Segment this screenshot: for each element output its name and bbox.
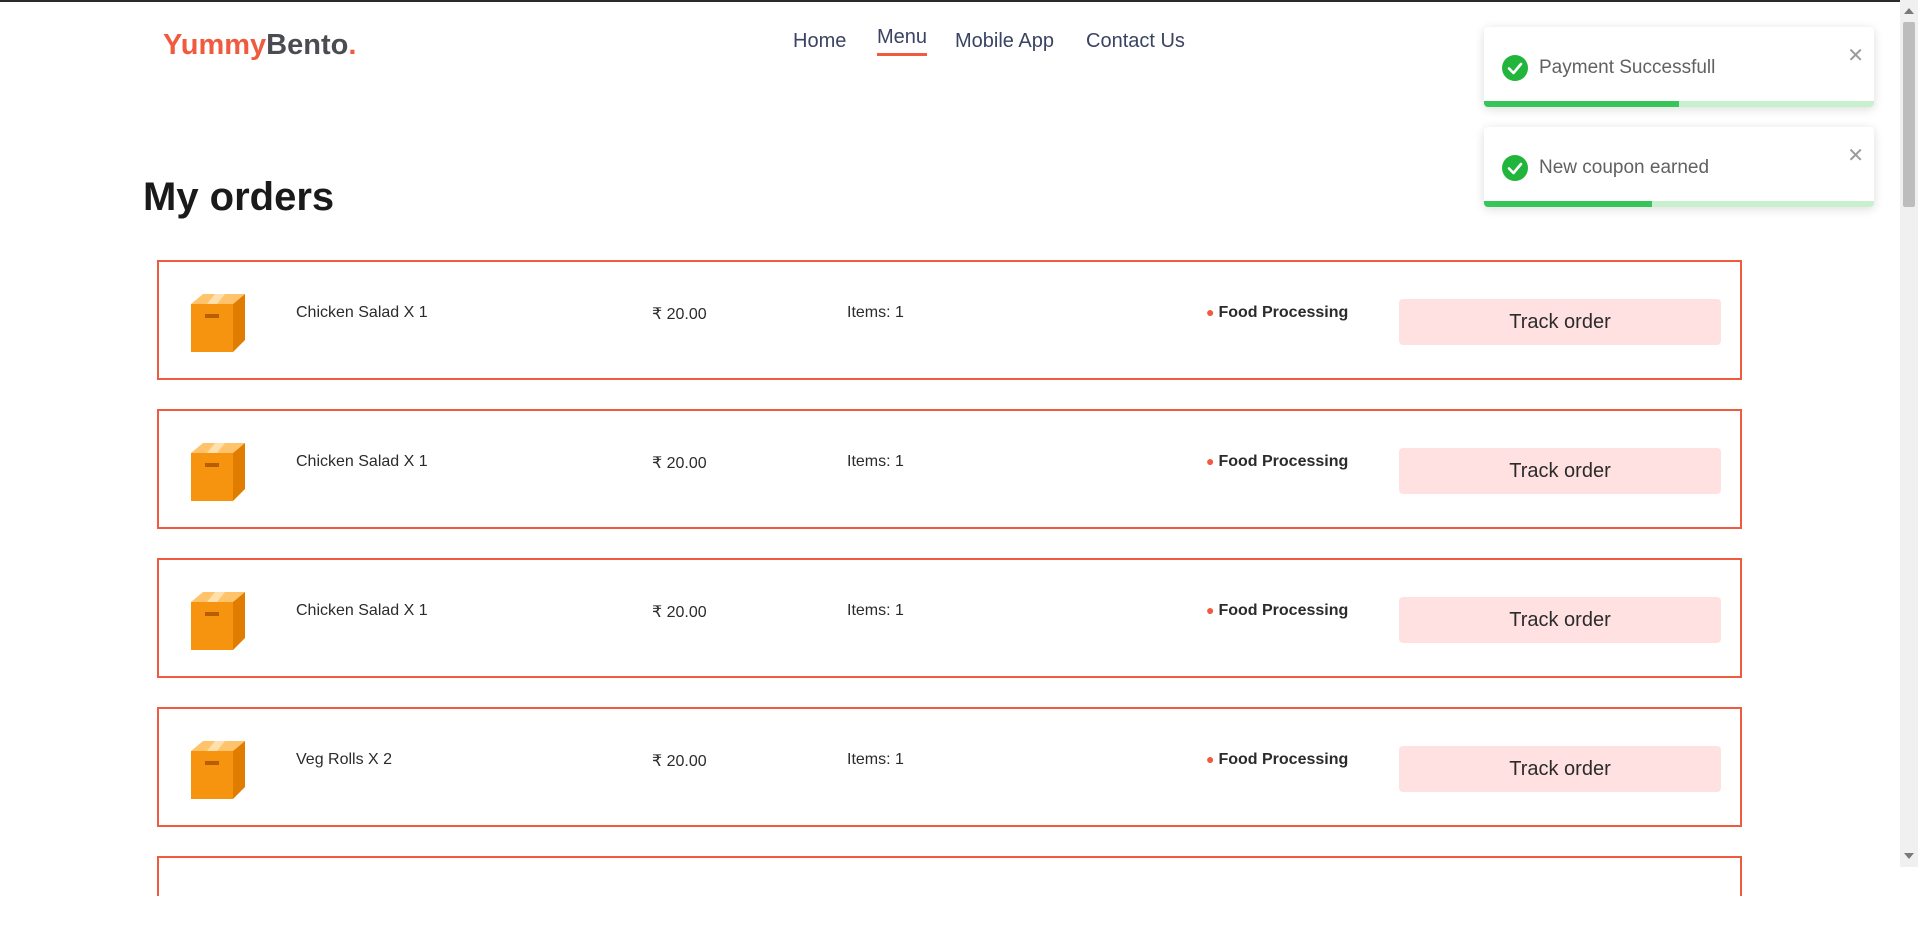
status-dot-icon: ● [1206,602,1215,618]
toast-progress-track [1484,201,1874,207]
order-price: ₹ 20.00 [652,306,707,323]
status-dot-icon: ● [1206,304,1215,320]
track-order-button[interactable]: Track order [1399,299,1721,345]
close-icon[interactable]: ✕ [1847,43,1864,68]
status-dot-icon: ● [1206,751,1215,767]
order-item-count: Items: 1 [847,751,904,768]
order-row: Chicken Salad X 1 ₹ 20.00 Items: 1 ● Food… [157,409,1742,529]
order-status-text: Food Processing [1218,304,1349,321]
order-price: ₹ 20.00 [652,604,707,621]
window-top-border [0,0,1918,2]
track-order-button[interactable]: Track order [1399,746,1721,792]
order-status-text: Food Processing [1218,602,1349,619]
scroll-up-arrow-icon[interactable] [1904,8,1914,14]
toast-progress-fill [1484,201,1652,207]
order-item-count: Items: 1 [847,602,904,619]
order-row: Chicken Salad X 1 ₹ 20.00 Items: 1 ● Food… [157,260,1742,380]
order-item-count: Items: 1 [847,453,904,470]
order-row-partial [157,856,1742,896]
nav-home[interactable]: Home [793,30,846,53]
nav-contact-us[interactable]: Contact Us [1086,30,1185,53]
toast-message: New coupon earned [1539,157,1710,178]
page-title: My orders [143,175,335,219]
toast-progress-fill [1484,101,1679,107]
order-item-count: Items: 1 [847,304,904,321]
order-item-name: Chicken Salad X 1 [296,602,428,619]
order-status-text: Food Processing [1218,751,1349,768]
toast-payment-successful: Payment Successfull ✕ [1484,27,1874,107]
toast-progress-track [1484,101,1874,107]
orders-list: Chicken Salad X 1 ₹ 20.00 Items: 1 ● Food… [157,260,1742,925]
order-status: ● Food Processing [1206,751,1348,769]
check-circle-icon [1502,55,1528,81]
order-price: ₹ 20.00 [652,753,707,770]
page-scrollbar[interactable] [1900,0,1918,867]
scrollbar-thumb[interactable] [1903,22,1915,207]
package-icon [191,741,245,799]
package-icon [191,294,245,352]
order-row: Veg Rolls X 2 ₹ 20.00 Items: 1 ● Food Pro… [157,707,1742,827]
order-item-name: Chicken Salad X 1 [296,453,428,470]
order-item-name: Veg Rolls X 2 [296,751,393,768]
order-status-text: Food Processing [1218,453,1349,470]
status-dot-icon: ● [1206,453,1215,469]
track-order-button[interactable]: Track order [1399,597,1721,643]
scroll-down-arrow-icon[interactable] [1904,853,1914,859]
package-icon [191,443,245,501]
package-icon [191,592,245,650]
order-status: ● Food Processing [1206,304,1348,322]
check-circle-icon [1502,155,1528,181]
toast-coupon-earned: New coupon earned ✕ [1484,127,1874,207]
order-price: ₹ 20.00 [652,455,707,472]
order-status: ● Food Processing [1206,453,1348,471]
toast-message: Payment Successfull [1539,57,1716,78]
order-status: ● Food Processing [1206,602,1348,620]
order-item-name: Chicken Salad X 1 [296,304,428,321]
close-icon[interactable]: ✕ [1847,143,1864,168]
order-row: Chicken Salad X 1 ₹ 20.00 Items: 1 ● Food… [157,558,1742,678]
nav-menu[interactable]: Menu [877,26,928,56]
nav-mobile-app[interactable]: Mobile App [955,30,1054,53]
track-order-button[interactable]: Track order [1399,448,1721,494]
